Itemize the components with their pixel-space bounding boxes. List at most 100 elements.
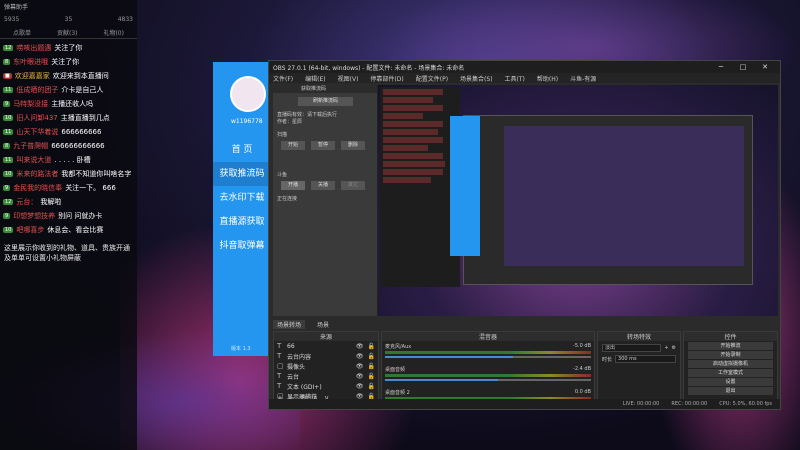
minimize-icon[interactable]: ─ bbox=[710, 63, 732, 71]
maximize-icon[interactable]: □ bbox=[732, 63, 754, 71]
chat-text: 关注了你 bbox=[54, 44, 83, 52]
tab-scenes[interactable]: 场景 bbox=[313, 320, 333, 329]
level-meter bbox=[385, 351, 591, 354]
source-item[interactable]: T 66 👁 🔓 bbox=[274, 341, 378, 351]
eye-icon[interactable]: 👁 bbox=[356, 373, 364, 380]
chat-text: 别问 问就办卡 bbox=[58, 212, 103, 220]
obs-docks: 场景转场 场景 来源 T 66 👁 🔓 T 云台内容 👁 🔓 ▢ 摄像头 👁 🔓 T 云台 👁 🔓 T文… bbox=[273, 319, 778, 409]
section-douyu: 斗鱼 bbox=[277, 172, 288, 178]
tab-song-list[interactable]: 点歌单 bbox=[13, 28, 31, 37]
chat-text: 关注一下。 666 bbox=[65, 184, 116, 192]
obs-menubar: 文件(F) 编辑(E) 视图(V) 停靠部件(D) 配置文件(P) 场景集合(S… bbox=[269, 73, 780, 83]
chat-message: 12 元台： 我解啦 bbox=[3, 195, 134, 209]
studio-mode-button[interactable]: 工作室模式 bbox=[688, 369, 773, 377]
chat-username: 低成晒的团子 bbox=[16, 86, 59, 94]
menu-douyu[interactable]: 斗鱼-有源 bbox=[570, 74, 596, 83]
duration-input[interactable]: 300 ms bbox=[615, 355, 676, 363]
chat-message: ■ 欢迎嘉嘉家 欢迎来到本直播间 bbox=[3, 69, 134, 83]
mixer-channel: 桌面音频 -2.4 dB bbox=[385, 366, 591, 381]
nav-home[interactable]: 首 页 bbox=[213, 138, 271, 162]
nested-preview bbox=[504, 126, 744, 266]
settings-button[interactable]: 设置 bbox=[688, 378, 773, 386]
start-streaming-button[interactable]: 开始推流 bbox=[688, 342, 773, 350]
start-button[interactable]: 开始 bbox=[281, 141, 305, 150]
lock-icon[interactable]: 🔓 bbox=[368, 373, 375, 380]
level-badge: 11 bbox=[3, 87, 14, 93]
transition-select-row: 淡出 + ⚙ bbox=[602, 344, 676, 352]
eye-icon[interactable]: 👁 bbox=[356, 363, 364, 370]
nav-live-source[interactable]: 直播源获取 bbox=[213, 210, 271, 234]
gear-icon[interactable]: ⚙ bbox=[672, 345, 676, 351]
chat-text: 666666666 bbox=[61, 128, 102, 136]
chat-message: 10 吧哪喜步 休息会、看会比赛 bbox=[3, 223, 134, 237]
source-name: 云台内容 bbox=[287, 353, 312, 361]
chat-username: 米来的路法者 bbox=[16, 170, 59, 178]
obs-window: OBS 27.0.1 (64-bit, windows) - 配置文件: 未命名… bbox=[268, 60, 781, 410]
menu-edit[interactable]: 编辑(E) bbox=[305, 74, 325, 83]
tab-scene-transition[interactable]: 场景转场 bbox=[273, 319, 306, 329]
lock-icon[interactable]: 🔓 bbox=[368, 383, 375, 390]
lock-icon[interactable]: 🔓 bbox=[368, 363, 375, 370]
obs-titlebar: OBS 27.0.1 (64-bit, windows) - 配置文件: 未命名… bbox=[269, 61, 780, 73]
delete-button[interactable]: 删除 bbox=[341, 141, 365, 150]
rec-status: REC: 00:00:00 bbox=[671, 401, 708, 407]
chat-username: 元台： bbox=[16, 198, 38, 206]
source-item[interactable]: ▢ 摄像头 👁 🔓 bbox=[274, 361, 378, 371]
channel-name: 桌面音频 2 bbox=[385, 390, 410, 396]
other-button[interactable]: 其它 bbox=[341, 181, 365, 190]
menu-help[interactable]: 帮助(H) bbox=[537, 74, 558, 83]
eye-icon[interactable]: 👁 bbox=[356, 343, 364, 350]
refresh-key-button[interactable]: 刷新推流码 bbox=[298, 97, 353, 106]
app-version: 版本 1.3 bbox=[231, 346, 251, 352]
tab-gifts[interactable]: 礼物(0) bbox=[103, 28, 124, 37]
chat-text: 666666666666 bbox=[51, 142, 105, 150]
menu-view[interactable]: 视图(V) bbox=[338, 74, 359, 83]
level-badge: 9 bbox=[3, 185, 11, 191]
chat-username: 吧哪喜步 bbox=[16, 226, 45, 234]
pause-button[interactable]: 暂停 bbox=[311, 141, 335, 150]
exit-button[interactable]: 退出 bbox=[688, 387, 773, 395]
level-badge: 8 bbox=[3, 143, 11, 149]
obs-preview[interactable]: 获取推流码 刷新推流码 直播码有效：请下载后执行 作者：星辰 扫描 开始 暂停 … bbox=[273, 85, 778, 316]
lock-icon[interactable]: 🔓 bbox=[368, 353, 375, 360]
nav-get-stream-key[interactable]: 获取推流码 bbox=[213, 162, 271, 186]
source-item[interactable]: T 文本 (GDI+) 👁 🔓 bbox=[274, 381, 378, 391]
channel-db: 0.0 dB bbox=[574, 389, 591, 395]
chat-message: 10 米来的路法者 我都不知道你叫啥名字 bbox=[3, 167, 134, 181]
level-badge: ■ bbox=[3, 73, 12, 79]
menu-docks[interactable]: 停靠部件(D) bbox=[370, 74, 403, 83]
source-name: 66 bbox=[287, 342, 295, 350]
chat-username: 欢迎嘉嘉家 bbox=[14, 72, 50, 80]
chat-text: 我都不知道你叫啥名字 bbox=[61, 170, 132, 178]
stop-live-button[interactable]: 关播 bbox=[311, 181, 335, 190]
eye-icon[interactable]: 👁 bbox=[356, 353, 364, 360]
source-item[interactable]: T 云台内容 👁 🔓 bbox=[274, 351, 378, 361]
volume-slider[interactable] bbox=[385, 379, 591, 381]
source-item[interactable]: T 云台 👁 🔓 bbox=[274, 371, 378, 381]
menu-scene-collection[interactable]: 场景集合(S) bbox=[460, 74, 493, 83]
chat-message: 9 马特梨没接 主播还收人吗 bbox=[3, 97, 134, 111]
menu-tools[interactable]: 工具(T) bbox=[505, 74, 525, 83]
cpu-status: CPU: 5.0%, 60.00 fps bbox=[719, 401, 772, 407]
heat-count: 4833 bbox=[117, 15, 133, 23]
tab-contribution[interactable]: 贡献(3) bbox=[57, 28, 78, 37]
menu-profile[interactable]: 配置文件(P) bbox=[416, 74, 448, 83]
volume-slider[interactable] bbox=[385, 356, 591, 358]
start-recording-button[interactable]: 开始录制 bbox=[688, 351, 773, 359]
channel-db: -5.0 dB bbox=[573, 343, 591, 349]
virtual-camera-button[interactable]: 启动虚拟摄像机 bbox=[688, 360, 773, 368]
chat-message: 11 叫来说大道. . . . . 卧槽 bbox=[3, 153, 134, 167]
close-icon[interactable]: ✕ bbox=[754, 63, 776, 71]
add-transition-icon[interactable]: + bbox=[664, 345, 668, 351]
source-name: 云台 bbox=[287, 373, 300, 381]
lock-icon[interactable]: 🔓 bbox=[368, 343, 375, 350]
nav-douyin-danmaku[interactable]: 抖音取弹幕 bbox=[213, 234, 271, 258]
menu-file[interactable]: 文件(F) bbox=[273, 74, 293, 83]
chat-username: 九子普爬帽 bbox=[13, 142, 49, 150]
go-live-button[interactable]: 开播 bbox=[281, 181, 305, 190]
eye-icon[interactable]: 👁 bbox=[356, 383, 364, 390]
text-source-icon: T bbox=[277, 352, 282, 360]
nav-watermark-download[interactable]: 去水印下载 bbox=[213, 186, 271, 210]
chat-text: 主播直播到几点 bbox=[60, 114, 110, 122]
transition-select[interactable]: 淡出 bbox=[602, 344, 662, 352]
